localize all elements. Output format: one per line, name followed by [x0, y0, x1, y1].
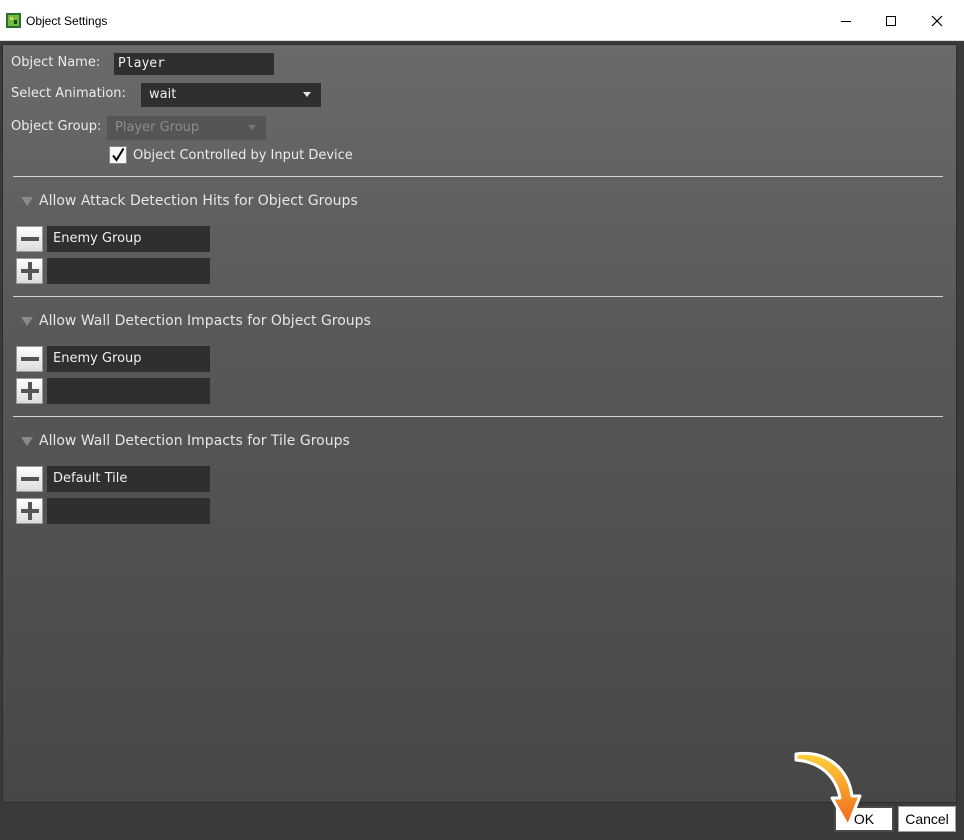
cancel-button[interactable]: Cancel: [898, 806, 956, 832]
collapse-triangle-icon: [21, 197, 33, 206]
section-title: Allow Wall Detection Impacts for Object …: [39, 313, 371, 329]
plus-icon: [20, 382, 39, 400]
chevron-down-icon: [303, 92, 311, 97]
new-group-field[interactable]: [47, 258, 210, 284]
group-entry-field[interactable]: Enemy Group: [47, 346, 210, 372]
section-title: Allow Attack Detection Hits for Object G…: [39, 193, 358, 209]
remove-group-button[interactable]: [16, 346, 43, 372]
title-bar: Object Settings: [0, 0, 964, 41]
new-group-field[interactable]: [47, 498, 210, 524]
object-name-input[interactable]: Player: [114, 53, 274, 75]
section-divider: [13, 176, 943, 177]
remove-group-button[interactable]: [16, 226, 43, 252]
plus-icon: [20, 262, 39, 280]
minus-icon: [20, 357, 39, 361]
group-entry-field[interactable]: Enemy Group: [47, 226, 210, 252]
add-group-button[interactable]: [16, 378, 43, 404]
minimize-button[interactable]: [823, 0, 869, 41]
minus-icon: [20, 477, 39, 481]
close-icon: [931, 15, 943, 26]
select-animation-label: Select Animation:: [11, 86, 126, 101]
maximize-button[interactable]: [868, 0, 914, 41]
object-group-label: Object Group:: [11, 119, 102, 134]
collapse-triangle-icon: [21, 317, 33, 326]
ok-button[interactable]: OK: [834, 806, 894, 832]
minimize-icon: [841, 20, 851, 22]
new-group-field[interactable]: [47, 378, 210, 404]
window-title: Object Settings: [26, 14, 108, 28]
plus-icon: [20, 502, 39, 520]
maximize-icon: [886, 15, 896, 26]
animation-select-value: wait: [149, 87, 177, 102]
collapse-triangle-icon: [21, 437, 33, 446]
section-divider: [13, 296, 943, 297]
dialog-client: Object Name: Player Select Animation: wa…: [0, 42, 964, 840]
section-header-wall-object[interactable]: Allow Wall Detection Impacts for Object …: [17, 312, 377, 332]
settings-panel: Object Name: Player Select Animation: wa…: [2, 44, 957, 803]
app-icon: [6, 13, 21, 28]
add-group-button[interactable]: [16, 498, 43, 524]
checkmark-icon: [112, 147, 125, 162]
section-divider: [13, 416, 943, 417]
section-header-wall-tile[interactable]: Allow Wall Detection Impacts for Tile Gr…: [17, 432, 377, 452]
add-group-button[interactable]: [16, 258, 43, 284]
section-title: Allow Wall Detection Impacts for Tile Gr…: [39, 433, 350, 449]
object-group-select-value: Player Group: [115, 120, 200, 135]
close-button[interactable]: [914, 0, 960, 41]
controlled-checkbox-label: Object Controlled by Input Device: [133, 148, 353, 163]
group-entry-field[interactable]: Default Tile: [47, 466, 210, 492]
controlled-checkbox[interactable]: [109, 146, 127, 164]
section-header-attack[interactable]: Allow Attack Detection Hits for Object G…: [17, 192, 377, 212]
minus-icon: [20, 237, 39, 241]
animation-select[interactable]: wait: [141, 83, 321, 107]
remove-group-button[interactable]: [16, 466, 43, 492]
chevron-down-icon: [248, 125, 256, 130]
object-group-select: Player Group: [107, 116, 266, 140]
object-name-label: Object Name:: [11, 55, 101, 70]
